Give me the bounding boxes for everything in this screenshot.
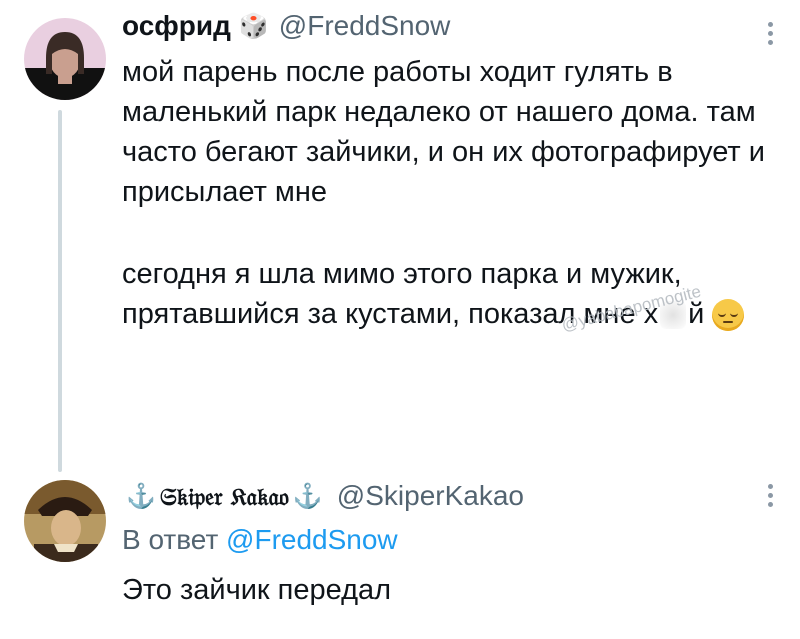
dice-emoji: 🎲 xyxy=(238,12,269,40)
tweet-header: осфрид 🎲 @FreddSnow xyxy=(122,10,450,42)
reply-prefix: В ответ xyxy=(122,524,219,555)
avatar-freddsnow[interactable] xyxy=(24,18,106,100)
more-icon[interactable] xyxy=(766,22,774,45)
anchor-icon: ⚓ xyxy=(292,482,323,510)
display-name[interactable]: осфрид xyxy=(122,10,231,42)
pensive-emoji-icon xyxy=(712,299,745,332)
reply-mention[interactable]: @FreddSnow xyxy=(226,524,398,555)
more-icon[interactable] xyxy=(766,484,774,507)
reply-header: ⚓ 𝔖𝔨𝔦𝔭𝔢𝔯 𝔎𝔞𝔨𝔞𝔬 ⚓ @SkiperKakao xyxy=(122,480,524,512)
reply-to-line: В ответ @FreddSnow xyxy=(122,524,398,556)
thread-line xyxy=(58,110,62,472)
tweet-paragraph: мой парень после работы ходит гулять в м… xyxy=(122,56,765,208)
display-name[interactable]: 𝔖𝔨𝔦𝔭𝔢𝔯 𝔎𝔞𝔨𝔞𝔬 xyxy=(160,482,289,511)
reply-text: Это зайчик передал xyxy=(122,574,392,606)
user-handle[interactable]: @FreddSnow xyxy=(279,10,451,42)
user-handle[interactable]: @SkiperKakao xyxy=(337,480,524,512)
avatar-skiperkakao[interactable] xyxy=(24,480,106,562)
anchor-icon: ⚓ xyxy=(126,482,156,510)
tweet-original[interactable]: осфрид 🎲 @FreddSnow мой парень после раб… xyxy=(0,0,800,472)
